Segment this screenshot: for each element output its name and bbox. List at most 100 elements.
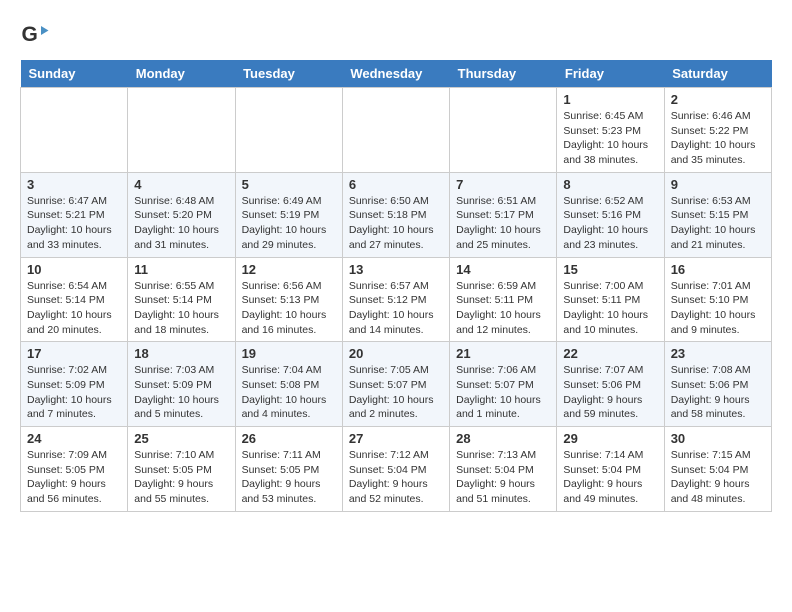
day-number: 12 [242,262,336,277]
day-number: 7 [456,177,550,192]
calendar-day-cell: 8Sunrise: 6:52 AM Sunset: 5:16 PM Daylig… [557,172,664,257]
day-number: 24 [27,431,121,446]
calendar-day-cell: 17 Sunrise: 7:02 AM Sunset: 5:09 PM Dayli… [21,342,128,427]
calendar-day-cell: 18Sunrise: 7:03 AM Sunset: 5:09 PM Dayli… [128,342,235,427]
logo-icon: G [20,20,50,50]
calendar-week-row: 3Sunrise: 6:47 AM Sunset: 5:21 PM Daylig… [21,172,772,257]
calendar-day-cell: 22 Sunrise: 7:07 AM Sunset: 5:06 PM Dayli… [557,342,664,427]
day-number: 14 [456,262,550,277]
day-number: 23 [671,346,765,361]
calendar-day-cell: 21 Sunrise: 7:06 AM Sunset: 5:07 PM Dayli… [450,342,557,427]
day-info: Sunrise: 6:46 AM Sunset: 5:22 PM Dayligh… [671,109,765,168]
day-info: Sunrise: 7:11 AM Sunset: 5:05 PM Dayligh… [242,448,336,507]
logo: G [20,20,54,50]
day-number: 10 [27,262,121,277]
day-number: 5 [242,177,336,192]
day-info: Sunrise: 7:07 AM Sunset: 5:06 PM Dayligh… [563,363,657,422]
calendar-day-cell: 1 Sunrise: 6:45 AM Sunset: 5:23 PM Daylig… [557,88,664,173]
day-number: 13 [349,262,443,277]
calendar-week-row: 10 Sunrise: 6:54 AM Sunset: 5:14 PM Dayli… [21,257,772,342]
day-info: Sunrise: 6:47 AM Sunset: 5:21 PM Dayligh… [27,194,121,253]
day-info: Sunrise: 6:54 AM Sunset: 5:14 PM Dayligh… [27,279,121,338]
calendar-day-cell: 25 Sunrise: 7:10 AM Sunset: 5:05 PM Dayli… [128,427,235,512]
day-info: Sunrise: 7:12 AM Sunset: 5:04 PM Dayligh… [349,448,443,507]
day-info: Sunrise: 7:02 AM Sunset: 5:09 PM Dayligh… [27,363,121,422]
day-info: Sunrise: 7:00 AM Sunset: 5:11 PM Dayligh… [563,279,657,338]
day-info: Sunrise: 7:06 AM Sunset: 5:07 PM Dayligh… [456,363,550,422]
calendar-day-cell: 6 Sunrise: 6:50 AM Sunset: 5:18 PM Daylig… [342,172,449,257]
calendar-day-cell: 2 Sunrise: 6:46 AM Sunset: 5:22 PM Daylig… [664,88,771,173]
calendar-day-cell: 23 Sunrise: 7:08 AM Sunset: 5:06 PM Dayli… [664,342,771,427]
day-info: Sunrise: 6:56 AM Sunset: 5:13 PM Dayligh… [242,279,336,338]
day-info: Sunrise: 6:52 AM Sunset: 5:16 PM Dayligh… [563,194,657,253]
day-of-week-header: Saturday [664,60,771,88]
calendar-day-cell: 7 Sunrise: 6:51 AM Sunset: 5:17 PM Daylig… [450,172,557,257]
calendar-day-cell: 20Sunrise: 7:05 AM Sunset: 5:07 PM Dayli… [342,342,449,427]
day-info: Sunrise: 7:08 AM Sunset: 5:06 PM Dayligh… [671,363,765,422]
day-number: 18 [134,346,228,361]
day-of-week-header: Wednesday [342,60,449,88]
calendar-day-cell: 16 Sunrise: 7:01 AM Sunset: 5:10 PM Dayli… [664,257,771,342]
calendar-day-cell: 27 Sunrise: 7:12 AM Sunset: 5:04 PM Dayli… [342,427,449,512]
calendar-day-cell: 28 Sunrise: 7:13 AM Sunset: 5:04 PM Dayli… [450,427,557,512]
calendar-day-cell: 15 Sunrise: 7:00 AM Sunset: 5:11 PM Dayli… [557,257,664,342]
day-number: 20 [349,346,443,361]
day-info: Sunrise: 6:51 AM Sunset: 5:17 PM Dayligh… [456,194,550,253]
day-info: Sunrise: 7:09 AM Sunset: 5:05 PM Dayligh… [27,448,121,507]
day-info: Sunrise: 7:10 AM Sunset: 5:05 PM Dayligh… [134,448,228,507]
day-number: 27 [349,431,443,446]
calendar-week-row: 17 Sunrise: 7:02 AM Sunset: 5:09 PM Dayli… [21,342,772,427]
day-info: Sunrise: 6:50 AM Sunset: 5:18 PM Dayligh… [349,194,443,253]
day-number: 4 [134,177,228,192]
calendar-body: 1 Sunrise: 6:45 AM Sunset: 5:23 PM Daylig… [21,88,772,512]
day-number: 22 [563,346,657,361]
calendar-day-cell [235,88,342,173]
calendar-day-cell: 30 Sunrise: 7:15 AM Sunset: 5:04 PM Dayli… [664,427,771,512]
day-info: Sunrise: 7:13 AM Sunset: 5:04 PM Dayligh… [456,448,550,507]
day-of-week-header: Sunday [21,60,128,88]
day-info: Sunrise: 6:49 AM Sunset: 5:19 PM Dayligh… [242,194,336,253]
day-of-week-header: Thursday [450,60,557,88]
calendar-day-cell: 14Sunrise: 6:59 AM Sunset: 5:11 PM Dayli… [450,257,557,342]
day-info: Sunrise: 7:14 AM Sunset: 5:04 PM Dayligh… [563,448,657,507]
calendar-day-cell: 24 Sunrise: 7:09 AM Sunset: 5:05 PM Dayli… [21,427,128,512]
calendar-day-cell: 9 Sunrise: 6:53 AM Sunset: 5:15 PM Daylig… [664,172,771,257]
calendar-table: SundayMondayTuesdayWednesdayThursdayFrid… [20,60,772,512]
svg-text:G: G [22,23,38,46]
day-of-week-header: Friday [557,60,664,88]
calendar-day-cell: 10 Sunrise: 6:54 AM Sunset: 5:14 PM Dayli… [21,257,128,342]
day-info: Sunrise: 6:45 AM Sunset: 5:23 PM Dayligh… [563,109,657,168]
day-info: Sunrise: 6:57 AM Sunset: 5:12 PM Dayligh… [349,279,443,338]
day-info: Sunrise: 6:53 AM Sunset: 5:15 PM Dayligh… [671,194,765,253]
day-info: Sunrise: 6:48 AM Sunset: 5:20 PM Dayligh… [134,194,228,253]
calendar-day-cell: 5 Sunrise: 6:49 AM Sunset: 5:19 PM Daylig… [235,172,342,257]
day-info: Sunrise: 7:15 AM Sunset: 5:04 PM Dayligh… [671,448,765,507]
calendar-week-row: 24 Sunrise: 7:09 AM Sunset: 5:05 PM Dayli… [21,427,772,512]
day-number: 25 [134,431,228,446]
day-number: 15 [563,262,657,277]
day-of-week-header: Tuesday [235,60,342,88]
day-info: Sunrise: 6:55 AM Sunset: 5:14 PM Dayligh… [134,279,228,338]
day-number: 19 [242,346,336,361]
day-number: 29 [563,431,657,446]
day-number: 6 [349,177,443,192]
calendar-header: G [20,20,772,50]
calendar-day-cell: 4 Sunrise: 6:48 AM Sunset: 5:20 PM Daylig… [128,172,235,257]
calendar-day-cell: 29 Sunrise: 7:14 AM Sunset: 5:04 PM Dayli… [557,427,664,512]
calendar-day-cell: 12 Sunrise: 6:56 AM Sunset: 5:13 PM Dayli… [235,257,342,342]
day-number: 26 [242,431,336,446]
day-number: 17 [27,346,121,361]
day-number: 2 [671,92,765,107]
day-number: 9 [671,177,765,192]
day-info: Sunrise: 7:01 AM Sunset: 5:10 PM Dayligh… [671,279,765,338]
day-info: Sunrise: 7:04 AM Sunset: 5:08 PM Dayligh… [242,363,336,422]
calendar-day-cell: 11Sunrise: 6:55 AM Sunset: 5:14 PM Dayli… [128,257,235,342]
day-number: 21 [456,346,550,361]
day-number: 1 [563,92,657,107]
calendar-day-cell [128,88,235,173]
calendar-day-cell [21,88,128,173]
day-number: 30 [671,431,765,446]
calendar-day-cell: 26 Sunrise: 7:11 AM Sunset: 5:05 PM Dayli… [235,427,342,512]
day-number: 28 [456,431,550,446]
day-number: 16 [671,262,765,277]
